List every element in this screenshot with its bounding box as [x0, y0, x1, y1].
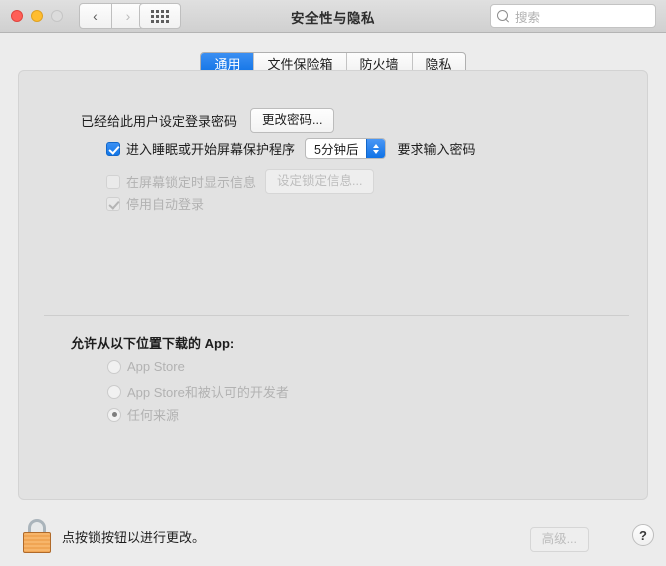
chevron-updown-icon: [366, 139, 386, 158]
password-status-label: 已经给此用户设定登录密码: [81, 114, 238, 129]
disable-auto-login-label: 停用自动登录: [126, 197, 205, 212]
disable-auto-login-row: 停用自动登录: [106, 194, 204, 213]
change-password-button[interactable]: 更改密码...: [250, 108, 335, 133]
radio-anywhere-indicator: [107, 407, 121, 422]
lock-message-row: 在屏幕锁定时显示信息 设定锁定信息...: [106, 169, 375, 194]
search-field[interactable]: 搜索: [490, 4, 656, 28]
require-password-suffix-label: 要求输入密码: [397, 142, 476, 157]
require-password-checkbox[interactable]: [106, 141, 120, 156]
lock-hint-text: 点按锁按钮以进行更改。: [62, 530, 206, 545]
general-pane: 已经给此用户设定登录密码 更改密码... 进入睡眠或开始屏幕保护程序 5分钟后 …: [18, 70, 648, 500]
radio-app-store[interactable]: App Store: [107, 359, 185, 374]
password-delay-value: 5分钟后: [314, 143, 359, 157]
radio-app-store-label: App Store: [127, 359, 185, 374]
require-password-row: 进入睡眠或开始屏幕保护程序 5分钟后 要求输入密码: [106, 138, 475, 159]
radio-app-store-identified-developers-indicator: [107, 384, 121, 399]
password-status-row: 已经给此用户设定登录密码 更改密码...: [81, 108, 335, 133]
radio-anywhere[interactable]: 任何来源: [107, 405, 179, 424]
download-section-title: 允许从以下位置下载的 App:: [71, 336, 235, 351]
system-preferences-window: ‹ › 安全性与隐私 搜索 通用 文件保险箱 防火墙 隐私 已经给此用户设定登录…: [0, 0, 666, 566]
show-lock-message-checkbox[interactable]: [106, 174, 120, 189]
radio-anywhere-label: 任何来源: [127, 408, 180, 423]
show-lock-message-label: 在屏幕锁定时显示信息: [126, 175, 257, 190]
lock-body: [23, 532, 51, 553]
section-divider: [44, 315, 629, 316]
password-delay-popup[interactable]: 5分钟后: [305, 138, 387, 159]
lock-closed-icon[interactable]: [22, 519, 52, 553]
search-icon: [497, 9, 510, 23]
require-password-label: 进入睡眠或开始屏幕保护程序: [126, 142, 296, 157]
radio-app-store-identified-developers[interactable]: App Store和被认可的开发者: [107, 382, 289, 401]
search-placeholder: 搜索: [515, 10, 541, 25]
help-button[interactable]: ?: [632, 524, 654, 546]
advanced-button[interactable]: 高级...: [529, 527, 589, 552]
disable-auto-login-checkbox[interactable]: [106, 196, 120, 211]
radio-app-store-indicator: [107, 359, 121, 374]
radio-app-store-identified-developers-label: App Store和被认可的开发者: [127, 385, 289, 400]
set-lock-message-button[interactable]: 设定锁定信息...: [265, 169, 375, 194]
window-titlebar: ‹ › 安全性与隐私 搜索: [0, 0, 666, 33]
